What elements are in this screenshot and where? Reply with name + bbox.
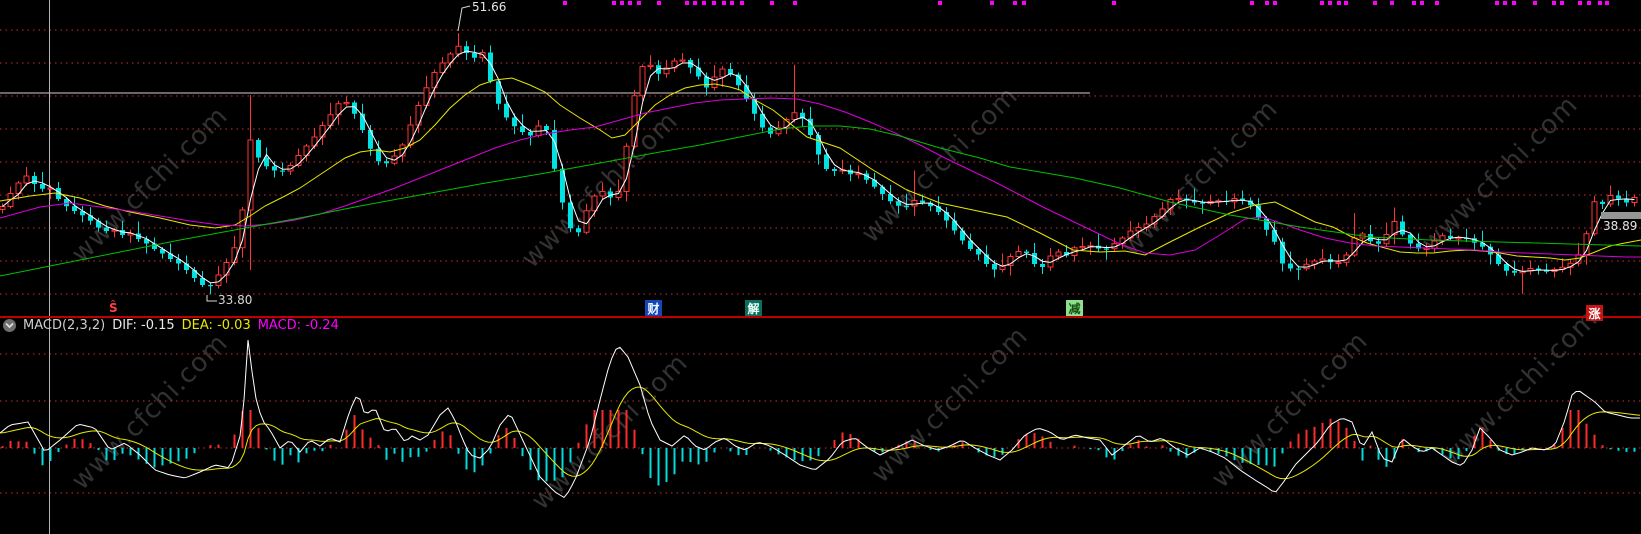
low-price-label: 33.80 xyxy=(218,293,253,307)
event-badge: 财 xyxy=(645,300,662,316)
top-marker-tick xyxy=(1013,1,1017,5)
top-marker-tick xyxy=(1328,1,1332,5)
top-marker-tick xyxy=(1412,1,1416,5)
top-marker-tick xyxy=(628,1,632,5)
top-marker-tick xyxy=(938,1,942,5)
top-marker-tick xyxy=(657,1,661,5)
collapse-indicator-button[interactable] xyxy=(3,318,16,333)
top-marker-tick xyxy=(770,1,774,5)
top-marker-tick xyxy=(1320,1,1324,5)
top-marker-tick xyxy=(1420,1,1424,5)
top-marker-tick xyxy=(722,1,726,5)
top-marker-tick xyxy=(1560,1,1564,5)
event-badge: 涨 xyxy=(1586,305,1603,321)
top-marker-tick xyxy=(1578,1,1582,5)
top-marker-tick xyxy=(793,1,797,5)
chevron-down-icon xyxy=(5,318,14,333)
top-marker-tick xyxy=(730,1,734,5)
top-marker-tick xyxy=(1605,1,1609,5)
indicator-name[interactable]: MACD(2,3,2) xyxy=(23,318,105,333)
top-marker-tick xyxy=(1273,1,1277,5)
top-marker-tick xyxy=(1373,1,1377,5)
top-marker-tick xyxy=(637,1,641,5)
top-marker-tick xyxy=(1533,1,1537,5)
candlestick-macd-chart[interactable] xyxy=(0,0,1641,534)
indicator-macd-value: MACD: -0.24 xyxy=(257,317,339,333)
top-marker-tick xyxy=(612,1,616,5)
top-marker-tick xyxy=(1587,1,1591,5)
event-badge: 减 xyxy=(1066,300,1083,316)
top-marker-tick xyxy=(620,1,624,5)
indicator-dea-value: DEA: -0.03 xyxy=(181,317,251,333)
top-marker-tick xyxy=(1344,1,1348,5)
current-price-bar xyxy=(1601,212,1641,219)
top-marker-tick xyxy=(685,1,689,5)
top-marker-tick xyxy=(1337,1,1341,5)
top-marker-tick xyxy=(1265,1,1269,5)
top-marker-tick xyxy=(740,1,744,5)
top-marker-tick xyxy=(1435,1,1439,5)
top-marker-tick xyxy=(990,1,994,5)
top-marker-tick xyxy=(693,1,697,5)
top-marker-tick xyxy=(1112,1,1116,5)
top-marker-tick xyxy=(563,1,567,5)
high-price-label: 51.66 xyxy=(472,0,507,14)
top-marker-tick xyxy=(1598,1,1602,5)
top-marker-tick xyxy=(1512,1,1516,5)
signal-marker: Ŝ xyxy=(109,301,118,315)
top-marker-tick xyxy=(1503,1,1507,5)
indicator-toolbar: MACD(2,3,2) DIF: -0.15 DEA: -0.03 MACD: … xyxy=(3,317,339,333)
top-marker-tick xyxy=(1552,1,1556,5)
top-marker-tick xyxy=(712,1,716,5)
top-marker-tick xyxy=(1390,1,1394,5)
indicator-dif-value: DIF: -0.15 xyxy=(112,317,175,333)
top-marker-tick xyxy=(1022,1,1026,5)
top-marker-tick xyxy=(1495,1,1499,5)
top-marker-tick xyxy=(1250,1,1254,5)
top-marker-tick xyxy=(702,1,706,5)
current-price-label: 38.89 - xyxy=(1603,219,1641,233)
event-badge: 解 xyxy=(745,300,762,316)
stock-chart-window: www.cfchi.com www.cfchi.com www.cfchi.com w… xyxy=(0,0,1641,534)
